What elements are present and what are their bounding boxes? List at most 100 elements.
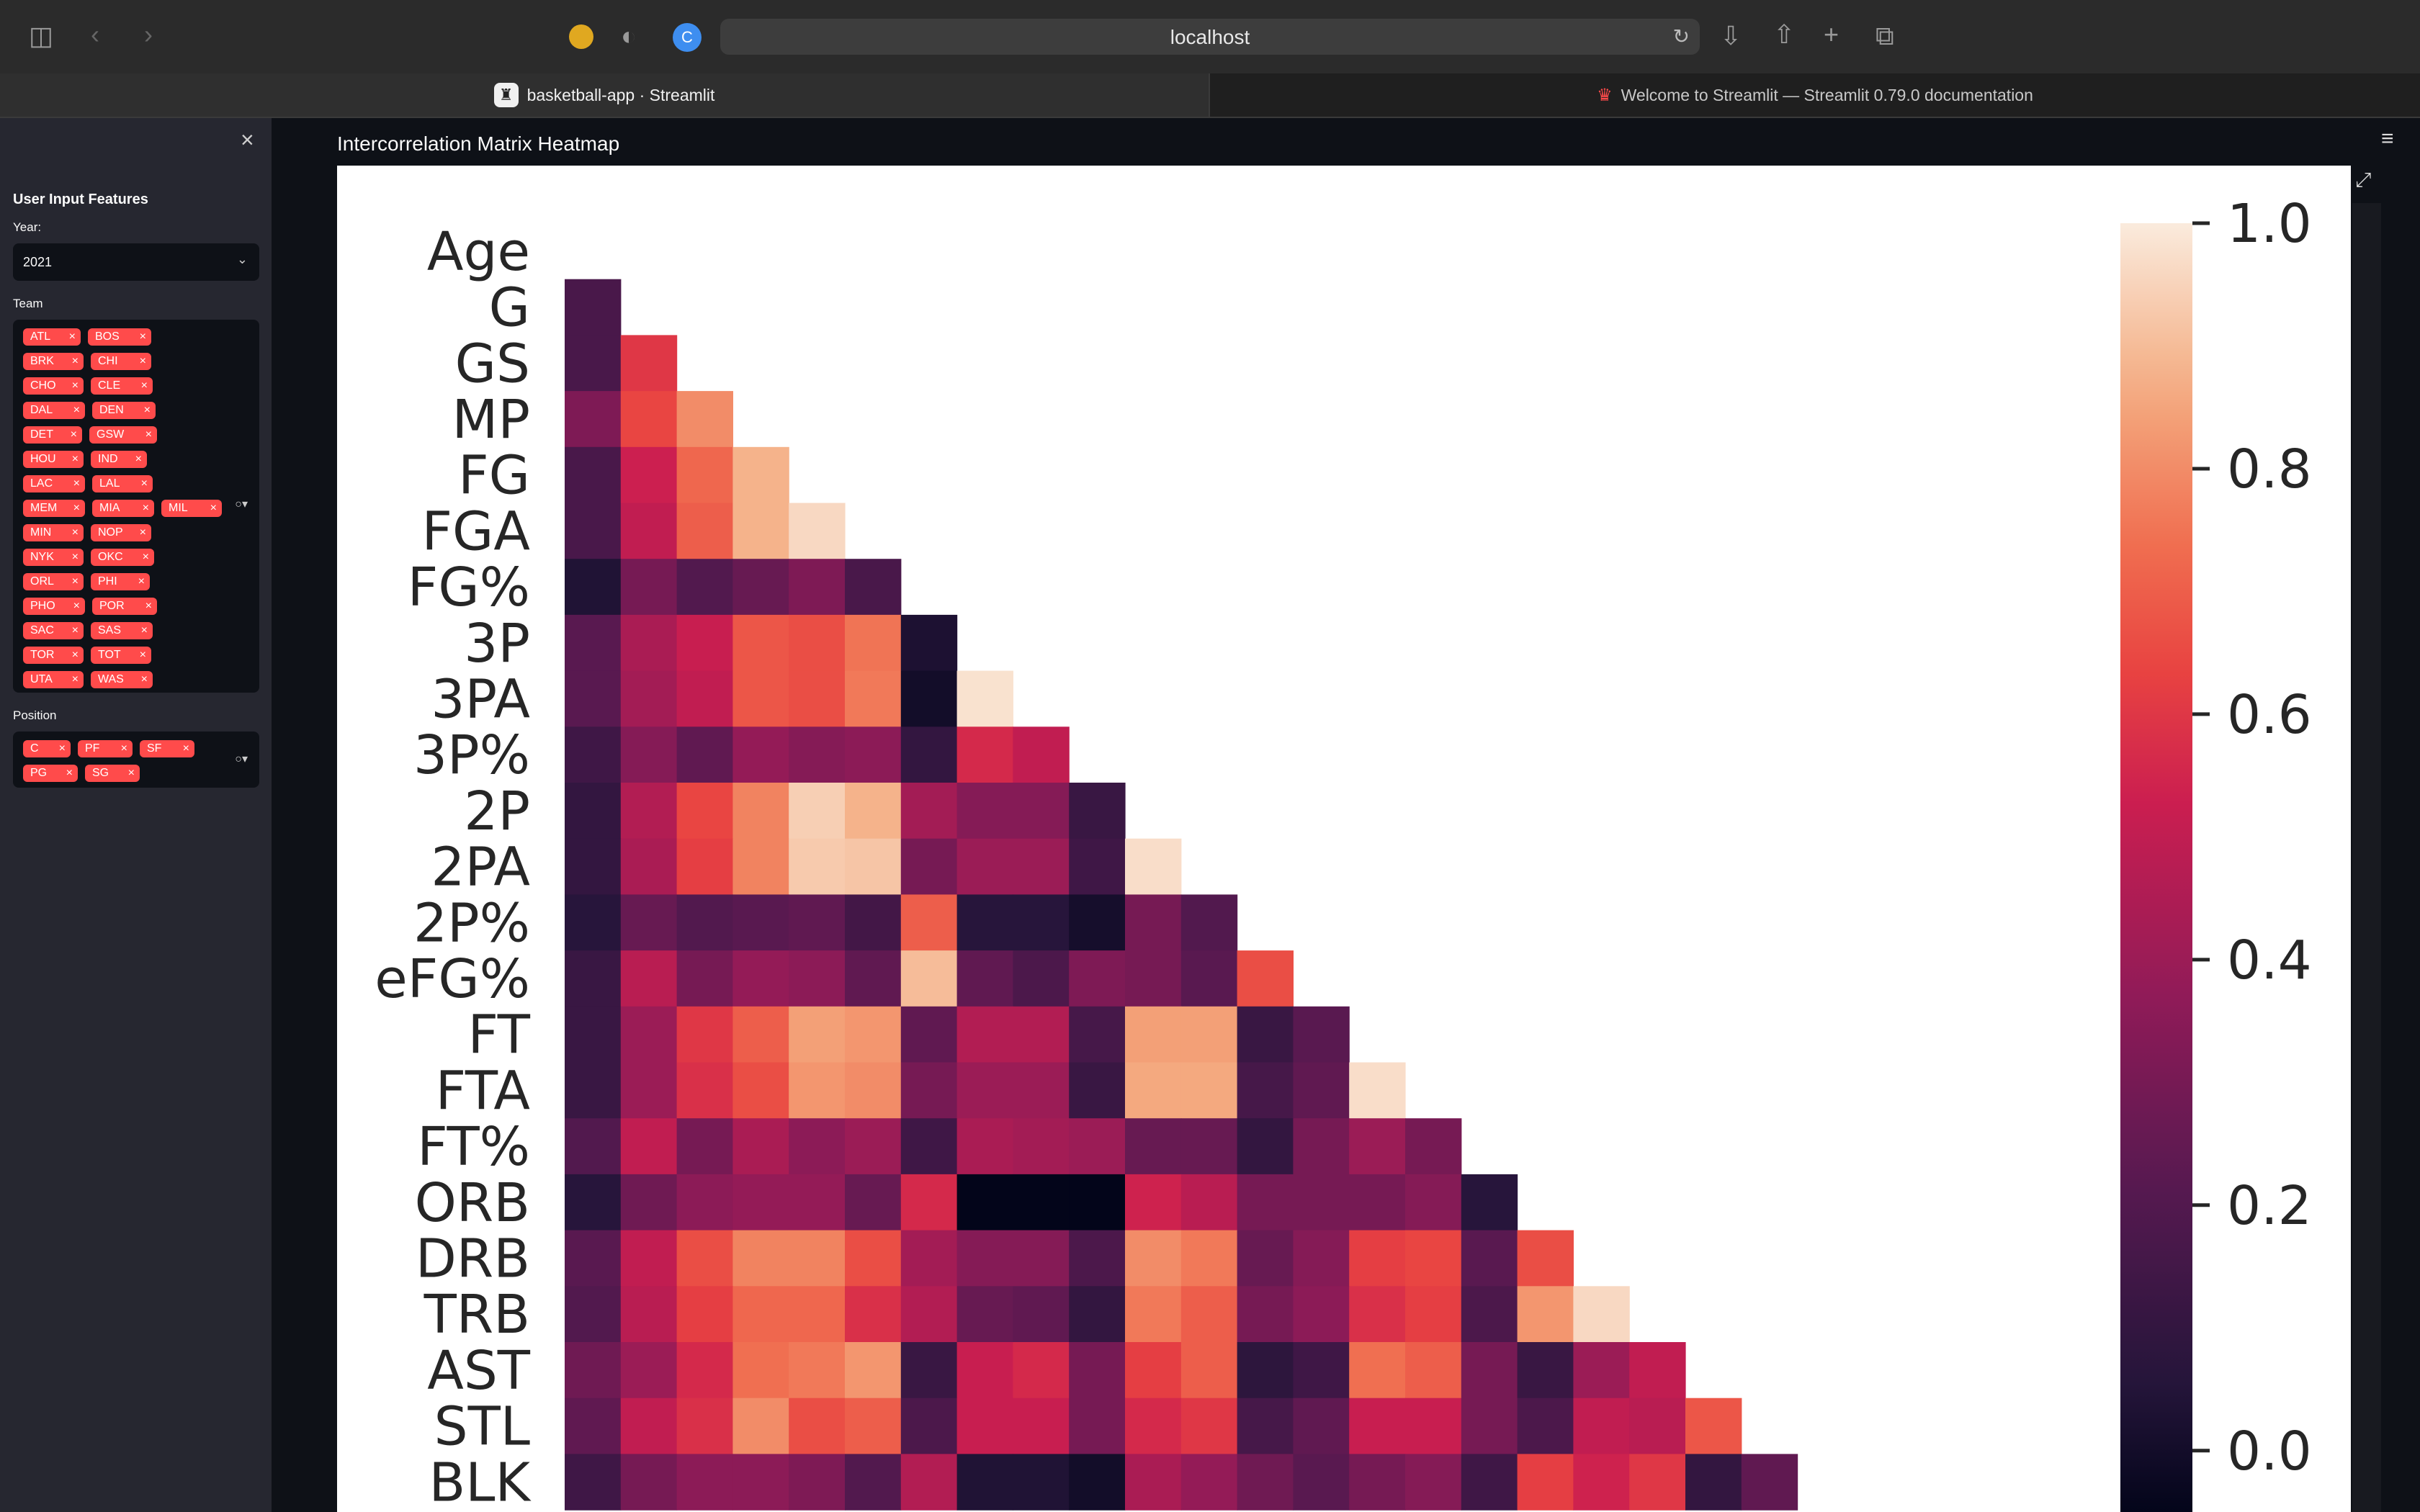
remove-chip-icon[interactable]: × (72, 549, 79, 566)
url-bar[interactable]: localhost ↻ (720, 19, 1700, 55)
chip-tot[interactable]: TOT × (91, 647, 151, 664)
chip-mia[interactable]: MIA × (92, 500, 154, 517)
chip-c[interactable]: C × (23, 740, 71, 757)
heatmap-cell (1349, 1454, 1406, 1511)
close-sidebar-icon[interactable]: × (241, 127, 254, 153)
reload-icon[interactable]: ↻ (1673, 24, 1690, 48)
remove-chip-icon[interactable]: × (72, 573, 79, 590)
position-multiselect[interactable]: ○▾ C × PF × SF × PG × SG × (13, 732, 259, 788)
remove-chip-icon[interactable]: × (121, 740, 127, 757)
remove-chip-icon[interactable]: × (66, 765, 73, 782)
chip-label: CLE (98, 379, 121, 392)
chip-nyk[interactable]: NYK × (23, 549, 84, 566)
chip-sf[interactable]: SF × (140, 740, 194, 757)
remove-chip-icon[interactable]: × (69, 328, 76, 346)
tab-streamlit-docs[interactable]: ♛ Welcome to Streamlit — Streamlit 0.79.… (1210, 73, 2420, 117)
remove-chip-icon[interactable]: × (73, 475, 80, 492)
remove-chip-icon[interactable]: × (73, 500, 80, 517)
chip-orl[interactable]: ORL × (23, 573, 84, 590)
remove-chip-icon[interactable]: × (73, 402, 80, 419)
chip-ind[interactable]: IND × (91, 451, 147, 468)
remove-chip-icon[interactable]: × (144, 402, 151, 419)
chip-chi[interactable]: CHI × (91, 353, 151, 370)
chip-mem[interactable]: MEM × (23, 500, 85, 517)
chip-brk[interactable]: BRK × (23, 353, 84, 370)
chip-min[interactable]: MIN × (23, 524, 84, 541)
remove-chip-icon[interactable]: × (72, 622, 79, 639)
remove-chip-icon[interactable]: × (145, 598, 152, 615)
heatmap-cell (732, 559, 789, 616)
remove-chip-icon[interactable]: × (72, 671, 79, 688)
remove-chip-icon[interactable]: × (73, 598, 80, 615)
clear-and-expand-icon[interactable]: ○▾ (235, 497, 248, 511)
year-select[interactable]: 2021 ⌄ (13, 243, 259, 281)
chip-mil[interactable]: MIL × (161, 500, 222, 517)
remove-chip-icon[interactable]: × (72, 647, 79, 664)
chip-por[interactable]: POR × (92, 598, 157, 615)
scrollbar[interactable] (2352, 203, 2381, 1512)
chip-okc[interactable]: OKC × (91, 549, 154, 566)
remove-chip-icon[interactable]: × (141, 622, 148, 639)
chip-bos[interactable]: BOS × (88, 328, 151, 346)
remove-chip-icon[interactable]: × (145, 426, 152, 444)
remove-chip-icon[interactable]: × (210, 500, 217, 517)
share-icon[interactable]: ⇧ (1773, 22, 1795, 48)
chip-lac[interactable]: LAC × (23, 475, 85, 492)
heatmap-cell (789, 1286, 846, 1343)
remove-chip-icon[interactable]: × (140, 524, 146, 541)
remove-chip-icon[interactable]: × (140, 353, 146, 370)
chip-den[interactable]: DEN × (92, 402, 156, 419)
chip-cho[interactable]: CHO × (23, 377, 84, 395)
remove-chip-icon[interactable]: × (141, 377, 148, 395)
remove-chip-icon[interactable]: × (140, 647, 146, 664)
extension-icon[interactable] (569, 24, 593, 49)
team-multiselect[interactable]: ○▾ ATL × BOS × BRK × CHI × CHO × CLE × DAL × DEN × DET × G… (13, 320, 259, 693)
fullscreen-icon[interactable]: ⤢ (2355, 168, 2371, 192)
clear-and-expand-icon[interactable]: ○▾ (235, 752, 248, 766)
chip-gsw[interactable]: GSW × (89, 426, 157, 444)
back-icon[interactable]: ‹ (91, 22, 99, 48)
remove-chip-icon[interactable]: × (141, 475, 148, 492)
remove-chip-icon[interactable]: × (71, 426, 77, 444)
chip-tor[interactable]: TOR × (23, 647, 84, 664)
chip-cle[interactable]: CLE × (91, 377, 153, 395)
remove-chip-icon[interactable]: × (135, 451, 142, 468)
remove-chip-icon[interactable]: × (143, 500, 149, 517)
chip-hou[interactable]: HOU × (23, 451, 84, 468)
remove-chip-icon[interactable]: × (141, 671, 148, 688)
remove-chip-icon[interactable]: × (59, 740, 66, 757)
chip-dal[interactable]: DAL × (23, 402, 85, 419)
shield-icon[interactable]: ◐ (621, 23, 637, 49)
sidebar-toggle-icon[interactable]: ◫ (29, 23, 53, 49)
chip-lal[interactable]: LAL × (92, 475, 153, 492)
hamburger-menu-icon[interactable]: ≡ (2381, 127, 2394, 151)
remove-chip-icon[interactable]: × (183, 740, 189, 757)
tab-overview-icon[interactable]: ⧉ (1876, 23, 1894, 49)
chip-nop[interactable]: NOP × (91, 524, 151, 541)
chip-phi[interactable]: PHI × (91, 573, 150, 590)
tab-basketball-app[interactable]: ♜ basketball-app · Streamlit (0, 73, 1210, 117)
remove-chip-icon[interactable]: × (128, 765, 135, 782)
chip-sac[interactable]: SAC × (23, 622, 84, 639)
chip-pg[interactable]: PG × (23, 765, 78, 782)
forward-icon[interactable]: › (144, 22, 153, 48)
chip-pf[interactable]: PF × (78, 740, 133, 757)
remove-chip-icon[interactable]: × (140, 328, 146, 346)
new-tab-icon[interactable]: + (1824, 22, 1839, 48)
remove-chip-icon[interactable]: × (138, 573, 145, 590)
remove-chip-icon[interactable]: × (72, 451, 79, 468)
chip-pho[interactable]: PHO × (23, 598, 85, 615)
extension-c-icon[interactable]: C (673, 23, 702, 52)
chip-atl[interactable]: ATL × (23, 328, 81, 346)
remove-chip-icon[interactable]: × (143, 549, 149, 566)
chip-sas[interactable]: SAS × (91, 622, 153, 639)
colorbar-tick-label: 0.4 (2227, 930, 2312, 991)
remove-chip-icon[interactable]: × (72, 524, 79, 541)
download-icon[interactable]: ⇩ (1720, 23, 1742, 49)
remove-chip-icon[interactable]: × (72, 353, 79, 370)
remove-chip-icon[interactable]: × (72, 377, 79, 395)
chip-det[interactable]: DET × (23, 426, 82, 444)
chip-uta[interactable]: UTA × (23, 671, 84, 688)
chip-sg[interactable]: SG × (85, 765, 140, 782)
chip-was[interactable]: WAS × (91, 671, 153, 688)
